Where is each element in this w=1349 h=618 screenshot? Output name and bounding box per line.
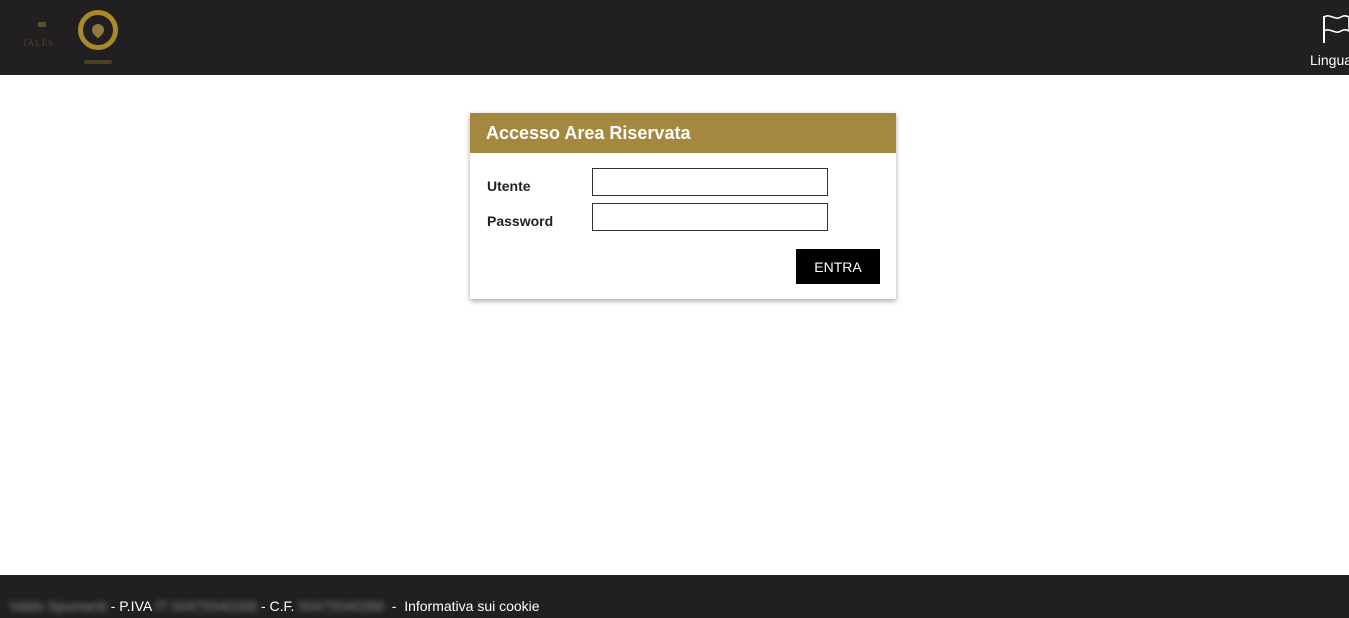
login-title: Accesso Area Riservata bbox=[486, 123, 691, 143]
login-panel: Accesso Area Riservata Utente Password E… bbox=[470, 113, 896, 299]
crown-icon bbox=[38, 22, 46, 27]
flag-icon bbox=[1323, 15, 1349, 43]
emblem-core bbox=[89, 21, 107, 39]
brand-wordmark-text: TALÈS bbox=[22, 38, 55, 48]
language-label: Lingua bbox=[1310, 52, 1349, 68]
brand-logo[interactable]: TALÈS bbox=[14, 10, 124, 70]
company-name: Valdo Spumanti bbox=[9, 598, 107, 614]
vat-number: IT 00475540268 bbox=[155, 598, 258, 614]
footer-separator: - bbox=[391, 598, 397, 614]
password-label: Password bbox=[487, 213, 554, 229]
tax-code: 00475540268 bbox=[298, 598, 384, 614]
top-bar: TALÈS Lingua bbox=[0, 0, 1349, 75]
brand-emblem-icon bbox=[78, 10, 118, 50]
username-label: Utente bbox=[487, 178, 531, 194]
cookie-policy-link[interactable]: Informativa sui cookie bbox=[404, 598, 539, 614]
username-input[interactable] bbox=[592, 168, 828, 196]
login-submit-button[interactable]: ENTRA bbox=[796, 249, 880, 284]
footer-legal: Valdo Spumanti - P.IVA IT 00475540268 - … bbox=[9, 598, 540, 614]
password-input[interactable] bbox=[592, 203, 828, 231]
brand-wordmark: TALÈS bbox=[18, 22, 66, 58]
footer: Valdo Spumanti - P.IVA IT 00475540268 - … bbox=[0, 575, 1349, 618]
vat-label: - P.IVA bbox=[110, 598, 152, 614]
tax-code-label: - C.F. bbox=[260, 598, 295, 614]
login-panel-header: Accesso Area Riservata bbox=[470, 113, 896, 153]
language-selector[interactable]: Lingua bbox=[1306, 10, 1349, 70]
brand-tagline bbox=[84, 60, 112, 64]
